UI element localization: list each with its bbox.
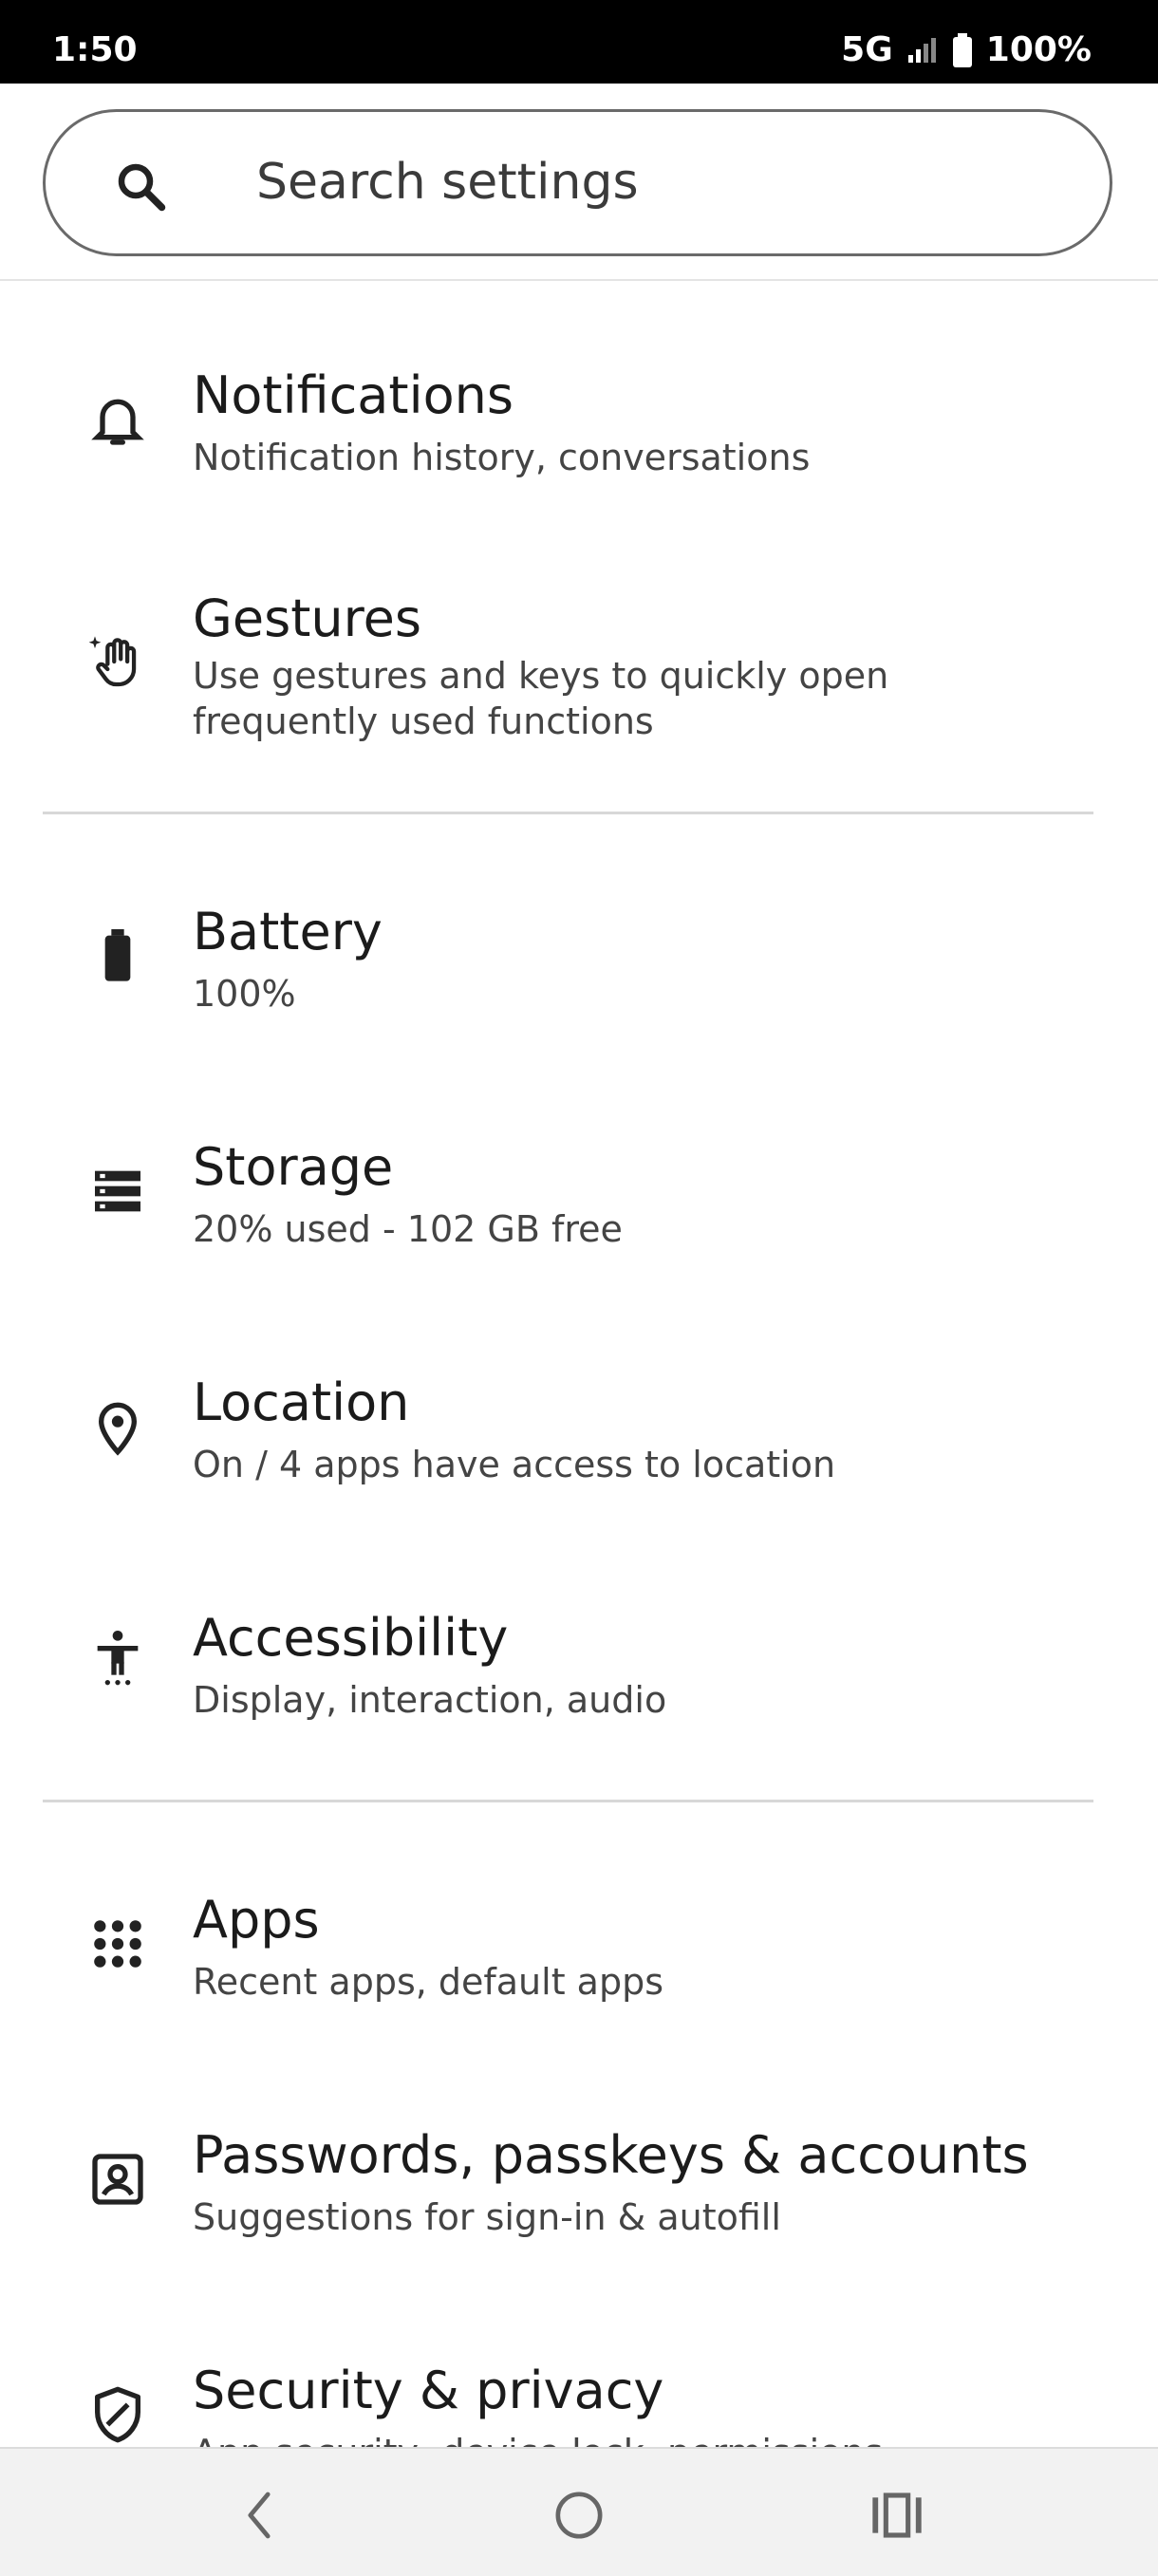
divider bbox=[0, 279, 1158, 281]
item-subtitle: Recent apps, default apps bbox=[193, 1961, 664, 2003]
settings-item-passwords-accounts[interactable]: Passwords, passkeys & accounts Suggestio… bbox=[0, 2082, 1158, 2272]
network-label: 5G bbox=[841, 30, 893, 69]
item-subtitle: 20% used - 102 GB free bbox=[193, 1208, 623, 1250]
section-divider bbox=[43, 812, 1093, 814]
account-box-icon bbox=[92, 2154, 143, 2205]
settings-item-location[interactable]: Location On / 4 apps have access to loca… bbox=[0, 1330, 1158, 1520]
item-title: Battery bbox=[193, 902, 383, 961]
recents-icon bbox=[872, 2492, 922, 2538]
item-subtitle: 100% bbox=[193, 973, 296, 1015]
battery-status-icon bbox=[952, 32, 972, 67]
item-title: Security & privacy bbox=[193, 2361, 664, 2420]
back-button[interactable] bbox=[221, 2477, 297, 2553]
signal-icon bbox=[907, 37, 936, 63]
item-title: Notifications bbox=[193, 365, 514, 425]
location-pin-icon bbox=[98, 1402, 138, 1456]
item-subtitle: Notification history, conversations bbox=[193, 437, 811, 478]
settings-item-storage[interactable]: Storage 20% used - 102 GB free bbox=[0, 1094, 1158, 1284]
item-subtitle: Suggestions for sign-in & autofill bbox=[193, 2196, 781, 2238]
status-bar: 1:50 5G 100% bbox=[0, 0, 1158, 84]
item-title: Storage bbox=[193, 1137, 394, 1197]
status-indicators: 5G 100% bbox=[841, 30, 1092, 69]
item-title: Passwords, passkeys & accounts bbox=[193, 2125, 1029, 2185]
apps-grid-icon bbox=[94, 1920, 141, 1968]
back-icon bbox=[248, 2492, 271, 2539]
status-time: 1:50 bbox=[52, 30, 138, 69]
accessibility-icon bbox=[97, 1631, 139, 1686]
settings-item-accessibility[interactable]: Accessibility Display, interaction, audi… bbox=[0, 1565, 1158, 1755]
search-bar[interactable]: Search settings bbox=[43, 109, 1112, 256]
item-title: Accessibility bbox=[193, 1608, 509, 1668]
item-title: Location bbox=[193, 1372, 410, 1432]
bell-icon bbox=[91, 399, 144, 445]
navigation-bar bbox=[0, 2447, 1158, 2576]
gesture-hand-icon bbox=[88, 636, 137, 687]
item-subtitle: Display, interaction, audio bbox=[193, 1679, 667, 1721]
item-title: Gestures bbox=[193, 588, 421, 648]
settings-item-apps[interactable]: Apps Recent apps, default apps bbox=[0, 1847, 1158, 2037]
item-subtitle: On / 4 apps have access to location bbox=[193, 1444, 836, 1485]
shield-icon bbox=[95, 2386, 140, 2443]
item-title: Apps bbox=[193, 1890, 320, 1950]
settings-item-notifications[interactable]: Notifications Notification history, conv… bbox=[0, 323, 1158, 513]
storage-icon bbox=[95, 1170, 140, 1212]
item-subtitle: Use gestures and keys to quickly open fr… bbox=[193, 655, 889, 742]
search-input[interactable]: Search settings bbox=[256, 154, 639, 211]
home-button[interactable] bbox=[541, 2477, 617, 2553]
search-icon bbox=[118, 163, 166, 212]
home-icon bbox=[555, 2492, 603, 2539]
settings-item-battery[interactable]: Battery 100% bbox=[0, 859, 1158, 1049]
settings-item-gestures[interactable]: Gestures Use gestures and keys to quickl… bbox=[0, 546, 1158, 783]
battery-icon bbox=[104, 929, 131, 981]
battery-percent: 100% bbox=[985, 30, 1092, 69]
recents-button[interactable] bbox=[859, 2477, 935, 2553]
section-divider bbox=[43, 1800, 1093, 1802]
